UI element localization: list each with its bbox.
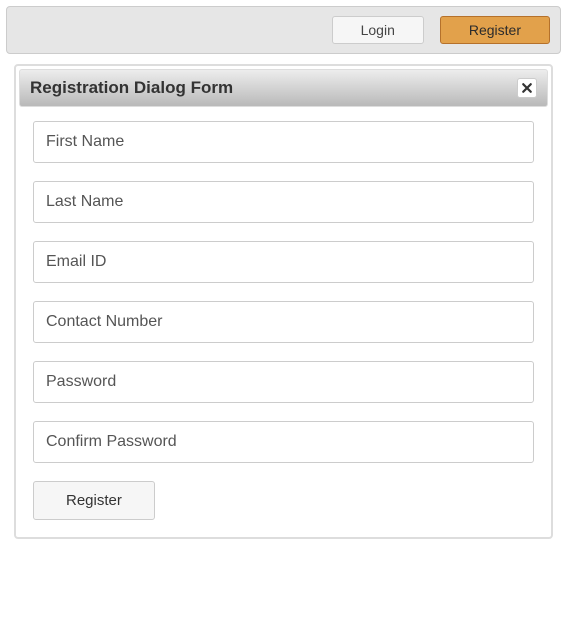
dialog-body: Register xyxy=(19,107,548,534)
dialog-titlebar[interactable]: Registration Dialog Form xyxy=(19,69,548,107)
submit-row: Register xyxy=(33,481,534,520)
top-toolbar: Login Register xyxy=(6,6,561,54)
dialog-close-button[interactable] xyxy=(517,78,537,98)
close-icon xyxy=(521,82,533,94)
register-submit-button[interactable]: Register xyxy=(33,481,155,520)
register-button[interactable]: Register xyxy=(440,16,550,44)
first-name-field[interactable] xyxy=(33,121,534,163)
contact-number-field[interactable] xyxy=(33,301,534,343)
password-field[interactable] xyxy=(33,361,534,403)
registration-dialog: Registration Dialog Form xyxy=(14,64,553,539)
last-name-field-wrap xyxy=(33,181,534,223)
dialog-container: Registration Dialog Form xyxy=(14,64,553,539)
login-button[interactable]: Login xyxy=(332,16,424,44)
last-name-field[interactable] xyxy=(33,181,534,223)
contact-field-wrap xyxy=(33,301,534,343)
dialog-title: Registration Dialog Form xyxy=(30,78,233,98)
email-field-wrap xyxy=(33,241,534,283)
confirm-password-field-wrap xyxy=(33,421,534,463)
password-field-wrap xyxy=(33,361,534,403)
confirm-password-field[interactable] xyxy=(33,421,534,463)
email-field[interactable] xyxy=(33,241,534,283)
first-name-field-wrap xyxy=(33,121,534,163)
